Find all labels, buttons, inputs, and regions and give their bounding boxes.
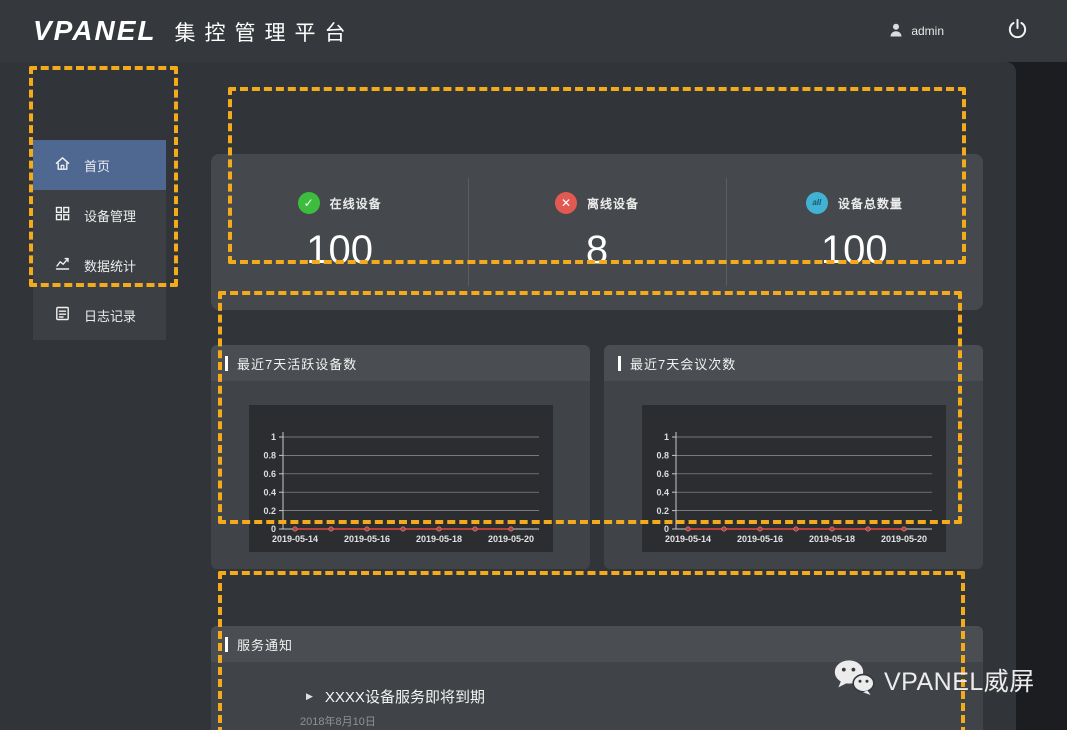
username: admin — [911, 24, 944, 38]
svg-text:0.8: 0.8 — [656, 451, 669, 461]
svg-text:0.2: 0.2 — [263, 506, 276, 516]
sidebar-item-logs[interactable]: 日志记录 — [33, 290, 166, 340]
svg-text:0.4: 0.4 — [263, 487, 276, 497]
stat-offline-devices: ✕ 离线设备 8 — [468, 154, 725, 310]
sidebar-item-statistics[interactable]: 数据统计 — [33, 240, 166, 290]
stat-head: all 设备总数量 — [806, 192, 903, 214]
svg-text:0.6: 0.6 — [263, 469, 276, 479]
stat-label: 设备总数量 — [838, 195, 903, 212]
power-icon — [1006, 18, 1029, 44]
stat-label: 在线设备 — [330, 195, 382, 212]
panel-title: 最近7天会议次数 — [630, 354, 736, 373]
app-header: VPANEL 集控管理平台 admin — [0, 0, 1067, 62]
sidebar-item-devices[interactable]: 设备管理 — [33, 190, 166, 240]
panel-header: 最近7天会议次数 — [604, 345, 983, 381]
svg-text:2019-05-14: 2019-05-14 — [665, 534, 711, 544]
content-area: 首页 设备管理 — [0, 62, 1016, 730]
svg-text:0.2: 0.2 — [656, 506, 669, 516]
meetings-chart: 0 0.2 0.4 0.6 0.8 1 2019-05-14 2019-05-16 2019-0… — [642, 405, 946, 552]
sidebar-item-label: 日志记录 — [84, 306, 136, 325]
header-right: admin — [888, 18, 1029, 44]
notification-title: XXXX设备服务即将到期 — [325, 686, 485, 707]
svg-text:0: 0 — [271, 524, 276, 534]
title-bar-decoration — [225, 356, 228, 371]
sidebar-item-label: 首页 — [84, 156, 110, 175]
stats-panel: ✓ 在线设备 100 ✕ 离线设备 8 all 设备总数量 100 — [211, 154, 983, 310]
svg-text:2019-05-18: 2019-05-18 — [416, 534, 462, 544]
user-icon — [888, 22, 904, 41]
chart-panel-meetings: 最近7天会议次数 0 0.2 0.4 0.6 0.8 1 2019-05-14 2019-05… — [604, 345, 983, 569]
panel-title: 服务通知 — [237, 635, 293, 654]
svg-text:1: 1 — [271, 432, 276, 442]
logout-button[interactable] — [1006, 18, 1029, 44]
watermark: VPANEL威屏 — [833, 659, 1035, 701]
x-circle-icon: ✕ — [555, 192, 577, 214]
svg-text:2019-05-20: 2019-05-20 — [881, 534, 927, 544]
home-icon — [54, 155, 71, 175]
panel-header: 最近7天活跃设备数 — [211, 345, 590, 381]
vpanel-logo: VPANEL — [33, 15, 157, 47]
sidebar-item-label: 设备管理 — [84, 206, 136, 225]
user-menu-button[interactable]: admin — [888, 22, 944, 41]
title-bar-decoration — [618, 356, 621, 371]
svg-text:2019-05-14: 2019-05-14 — [272, 534, 318, 544]
brand: VPANEL 集控管理平台 — [33, 15, 355, 47]
sidebar-item-label: 数据统计 — [84, 256, 136, 275]
stat-head: ✓ 在线设备 — [298, 192, 382, 214]
notification-date: 2018年8月10日 — [211, 713, 983, 729]
watermark-text: VPANEL威屏 — [884, 662, 1035, 698]
svg-text:0.6: 0.6 — [656, 469, 669, 479]
sidebar-item-home[interactable]: 首页 — [33, 140, 166, 190]
app-title: 集控管理平台 — [175, 15, 355, 47]
stat-label: 离线设备 — [587, 195, 639, 212]
stat-value: 100 — [821, 228, 888, 273]
stat-online-devices: ✓ 在线设备 100 — [211, 154, 468, 310]
svg-text:2019-05-18: 2019-05-18 — [809, 534, 855, 544]
svg-text:2019-05-20: 2019-05-20 — [488, 534, 534, 544]
panel-header: 服务通知 — [211, 626, 983, 662]
svg-text:0.8: 0.8 — [263, 451, 276, 461]
stats-icon — [54, 255, 71, 275]
svg-text:1: 1 — [664, 432, 669, 442]
title-bar-decoration — [225, 637, 228, 652]
stat-value: 8 — [586, 228, 608, 273]
wechat-icon — [833, 659, 875, 701]
all-circle-icon: all — [806, 192, 828, 214]
chart-panel-active-devices: 最近7天活跃设备数 0 0.2 0.4 0.6 0.8 1 2019-05-14 2019-0… — [211, 345, 590, 569]
stat-head: ✕ 离线设备 — [555, 192, 639, 214]
svg-text:0: 0 — [664, 524, 669, 534]
caret-right-icon: ▶ — [306, 691, 313, 702]
active-devices-chart: 0 0.2 0.4 0.6 0.8 1 2019-05-14 2019-05-16 2019-0… — [249, 405, 553, 552]
svg-text:2019-05-16: 2019-05-16 — [344, 534, 390, 544]
stat-total-devices: all 设备总数量 100 — [726, 154, 983, 310]
page: VPANEL 集控管理平台 admin — [0, 0, 1067, 730]
log-icon — [54, 305, 71, 325]
svg-text:2019-05-16: 2019-05-16 — [737, 534, 783, 544]
stat-value: 100 — [306, 228, 373, 273]
svg-text:0.4: 0.4 — [656, 487, 669, 497]
grid-icon — [54, 205, 71, 225]
panel-title: 最近7天活跃设备数 — [237, 354, 357, 373]
check-circle-icon: ✓ — [298, 192, 320, 214]
sidebar: 首页 设备管理 — [33, 140, 166, 340]
